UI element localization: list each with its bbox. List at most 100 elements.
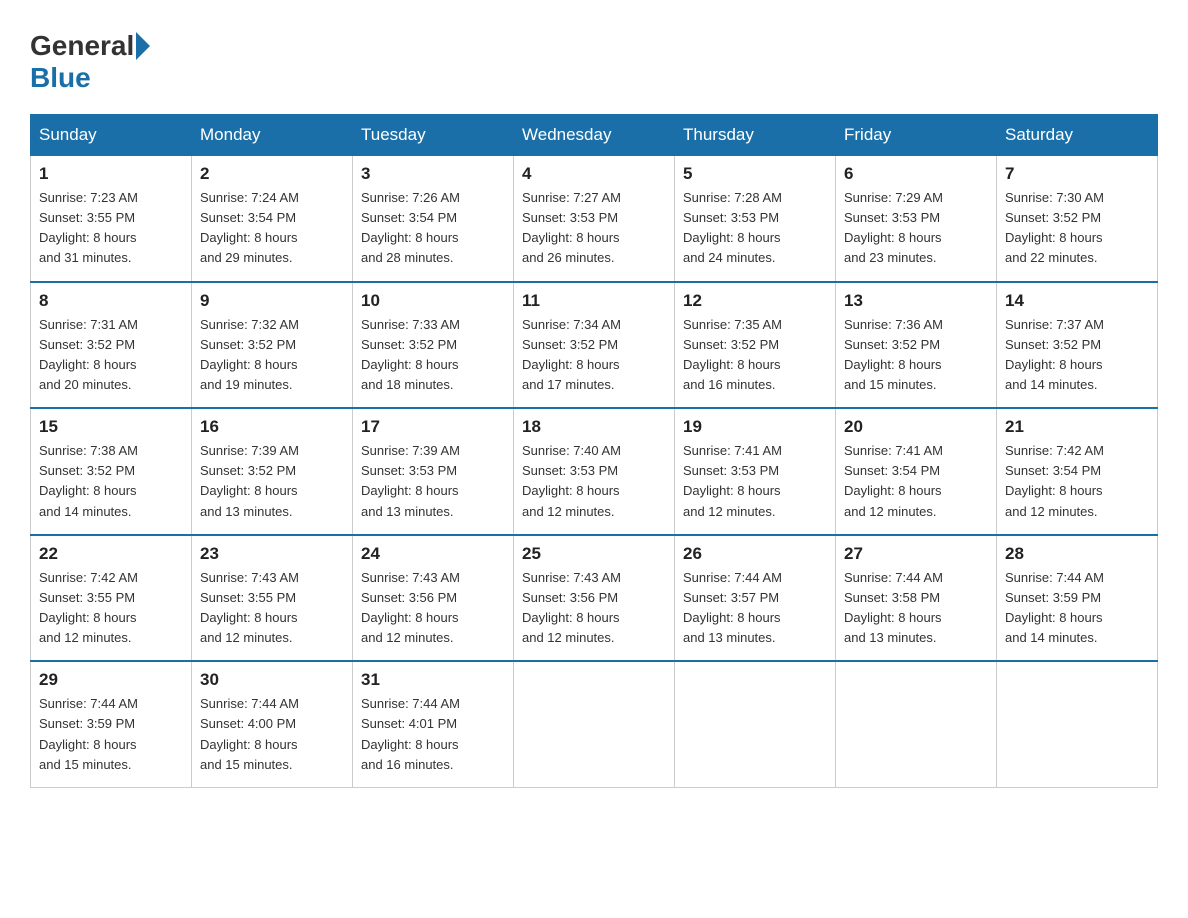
day-info: Sunrise: 7:36 AM Sunset: 3:52 PM Dayligh… <box>844 315 988 396</box>
calendar-cell: 25 Sunrise: 7:43 AM Sunset: 3:56 PM Dayl… <box>514 535 675 662</box>
day-info: Sunrise: 7:24 AM Sunset: 3:54 PM Dayligh… <box>200 188 344 269</box>
calendar-cell: 9 Sunrise: 7:32 AM Sunset: 3:52 PM Dayli… <box>192 282 353 409</box>
day-number: 31 <box>361 670 505 690</box>
calendar-cell: 22 Sunrise: 7:42 AM Sunset: 3:55 PM Dayl… <box>31 535 192 662</box>
day-info: Sunrise: 7:34 AM Sunset: 3:52 PM Dayligh… <box>522 315 666 396</box>
day-info: Sunrise: 7:28 AM Sunset: 3:53 PM Dayligh… <box>683 188 827 269</box>
calendar-cell: 8 Sunrise: 7:31 AM Sunset: 3:52 PM Dayli… <box>31 282 192 409</box>
day-number: 16 <box>200 417 344 437</box>
day-number: 25 <box>522 544 666 564</box>
col-monday: Monday <box>192 115 353 156</box>
calendar-cell: 21 Sunrise: 7:42 AM Sunset: 3:54 PM Dayl… <box>997 408 1158 535</box>
calendar-cell <box>675 661 836 787</box>
day-info: Sunrise: 7:23 AM Sunset: 3:55 PM Dayligh… <box>39 188 183 269</box>
calendar-cell: 28 Sunrise: 7:44 AM Sunset: 3:59 PM Dayl… <box>997 535 1158 662</box>
day-number: 30 <box>200 670 344 690</box>
calendar-cell: 7 Sunrise: 7:30 AM Sunset: 3:52 PM Dayli… <box>997 156 1158 282</box>
day-number: 17 <box>361 417 505 437</box>
calendar-cell: 3 Sunrise: 7:26 AM Sunset: 3:54 PM Dayli… <box>353 156 514 282</box>
day-info: Sunrise: 7:33 AM Sunset: 3:52 PM Dayligh… <box>361 315 505 396</box>
day-info: Sunrise: 7:26 AM Sunset: 3:54 PM Dayligh… <box>361 188 505 269</box>
day-info: Sunrise: 7:37 AM Sunset: 3:52 PM Dayligh… <box>1005 315 1149 396</box>
day-number: 22 <box>39 544 183 564</box>
calendar-cell: 29 Sunrise: 7:44 AM Sunset: 3:59 PM Dayl… <box>31 661 192 787</box>
calendar-body: 1 Sunrise: 7:23 AM Sunset: 3:55 PM Dayli… <box>31 156 1158 788</box>
calendar-week-4: 22 Sunrise: 7:42 AM Sunset: 3:55 PM Dayl… <box>31 535 1158 662</box>
day-info: Sunrise: 7:44 AM Sunset: 3:58 PM Dayligh… <box>844 568 988 649</box>
logo: General Blue <box>30 30 152 94</box>
day-info: Sunrise: 7:41 AM Sunset: 3:53 PM Dayligh… <box>683 441 827 522</box>
calendar-cell: 2 Sunrise: 7:24 AM Sunset: 3:54 PM Dayli… <box>192 156 353 282</box>
day-info: Sunrise: 7:30 AM Sunset: 3:52 PM Dayligh… <box>1005 188 1149 269</box>
calendar-week-1: 1 Sunrise: 7:23 AM Sunset: 3:55 PM Dayli… <box>31 156 1158 282</box>
col-friday: Friday <box>836 115 997 156</box>
day-info: Sunrise: 7:44 AM Sunset: 4:01 PM Dayligh… <box>361 694 505 775</box>
calendar-header: Sunday Monday Tuesday Wednesday Thursday… <box>31 115 1158 156</box>
day-info: Sunrise: 7:43 AM Sunset: 3:56 PM Dayligh… <box>522 568 666 649</box>
day-number: 24 <box>361 544 505 564</box>
day-number: 15 <box>39 417 183 437</box>
calendar-cell: 10 Sunrise: 7:33 AM Sunset: 3:52 PM Dayl… <box>353 282 514 409</box>
calendar-week-2: 8 Sunrise: 7:31 AM Sunset: 3:52 PM Dayli… <box>31 282 1158 409</box>
day-number: 5 <box>683 164 827 184</box>
day-number: 6 <box>844 164 988 184</box>
day-info: Sunrise: 7:44 AM Sunset: 3:57 PM Dayligh… <box>683 568 827 649</box>
calendar-cell: 16 Sunrise: 7:39 AM Sunset: 3:52 PM Dayl… <box>192 408 353 535</box>
day-info: Sunrise: 7:39 AM Sunset: 3:53 PM Dayligh… <box>361 441 505 522</box>
calendar-cell: 24 Sunrise: 7:43 AM Sunset: 3:56 PM Dayl… <box>353 535 514 662</box>
col-tuesday: Tuesday <box>353 115 514 156</box>
day-number: 21 <box>1005 417 1149 437</box>
day-number: 26 <box>683 544 827 564</box>
calendar-cell: 1 Sunrise: 7:23 AM Sunset: 3:55 PM Dayli… <box>31 156 192 282</box>
day-info: Sunrise: 7:32 AM Sunset: 3:52 PM Dayligh… <box>200 315 344 396</box>
day-info: Sunrise: 7:44 AM Sunset: 3:59 PM Dayligh… <box>39 694 183 775</box>
calendar-cell: 18 Sunrise: 7:40 AM Sunset: 3:53 PM Dayl… <box>514 408 675 535</box>
day-number: 20 <box>844 417 988 437</box>
day-number: 11 <box>522 291 666 311</box>
day-info: Sunrise: 7:42 AM Sunset: 3:55 PM Dayligh… <box>39 568 183 649</box>
logo-arrow-icon <box>136 32 150 60</box>
calendar-cell <box>514 661 675 787</box>
day-number: 4 <box>522 164 666 184</box>
calendar-cell: 30 Sunrise: 7:44 AM Sunset: 4:00 PM Dayl… <box>192 661 353 787</box>
day-number: 28 <box>1005 544 1149 564</box>
day-number: 14 <box>1005 291 1149 311</box>
day-info: Sunrise: 7:41 AM Sunset: 3:54 PM Dayligh… <box>844 441 988 522</box>
day-info: Sunrise: 7:44 AM Sunset: 4:00 PM Dayligh… <box>200 694 344 775</box>
calendar-cell: 4 Sunrise: 7:27 AM Sunset: 3:53 PM Dayli… <box>514 156 675 282</box>
day-info: Sunrise: 7:44 AM Sunset: 3:59 PM Dayligh… <box>1005 568 1149 649</box>
calendar-cell: 5 Sunrise: 7:28 AM Sunset: 3:53 PM Dayli… <box>675 156 836 282</box>
calendar-cell: 14 Sunrise: 7:37 AM Sunset: 3:52 PM Dayl… <box>997 282 1158 409</box>
calendar-week-5: 29 Sunrise: 7:44 AM Sunset: 3:59 PM Dayl… <box>31 661 1158 787</box>
day-number: 19 <box>683 417 827 437</box>
col-thursday: Thursday <box>675 115 836 156</box>
day-number: 2 <box>200 164 344 184</box>
calendar-cell: 31 Sunrise: 7:44 AM Sunset: 4:01 PM Dayl… <box>353 661 514 787</box>
page-header: General Blue <box>30 30 1158 94</box>
day-info: Sunrise: 7:29 AM Sunset: 3:53 PM Dayligh… <box>844 188 988 269</box>
day-number: 12 <box>683 291 827 311</box>
day-number: 9 <box>200 291 344 311</box>
calendar-cell: 6 Sunrise: 7:29 AM Sunset: 3:53 PM Dayli… <box>836 156 997 282</box>
day-info: Sunrise: 7:40 AM Sunset: 3:53 PM Dayligh… <box>522 441 666 522</box>
day-info: Sunrise: 7:27 AM Sunset: 3:53 PM Dayligh… <box>522 188 666 269</box>
calendar-cell: 13 Sunrise: 7:36 AM Sunset: 3:52 PM Dayl… <box>836 282 997 409</box>
day-number: 27 <box>844 544 988 564</box>
day-number: 8 <box>39 291 183 311</box>
day-info: Sunrise: 7:43 AM Sunset: 3:56 PM Dayligh… <box>361 568 505 649</box>
col-saturday: Saturday <box>997 115 1158 156</box>
day-info: Sunrise: 7:39 AM Sunset: 3:52 PM Dayligh… <box>200 441 344 522</box>
calendar-cell: 27 Sunrise: 7:44 AM Sunset: 3:58 PM Dayl… <box>836 535 997 662</box>
day-info: Sunrise: 7:38 AM Sunset: 3:52 PM Dayligh… <box>39 441 183 522</box>
day-number: 3 <box>361 164 505 184</box>
day-number: 10 <box>361 291 505 311</box>
day-number: 29 <box>39 670 183 690</box>
calendar-cell: 20 Sunrise: 7:41 AM Sunset: 3:54 PM Dayl… <box>836 408 997 535</box>
day-info: Sunrise: 7:35 AM Sunset: 3:52 PM Dayligh… <box>683 315 827 396</box>
calendar-cell: 19 Sunrise: 7:41 AM Sunset: 3:53 PM Dayl… <box>675 408 836 535</box>
calendar-cell: 17 Sunrise: 7:39 AM Sunset: 3:53 PM Dayl… <box>353 408 514 535</box>
calendar-cell: 26 Sunrise: 7:44 AM Sunset: 3:57 PM Dayl… <box>675 535 836 662</box>
calendar-week-3: 15 Sunrise: 7:38 AM Sunset: 3:52 PM Dayl… <box>31 408 1158 535</box>
calendar-cell: 23 Sunrise: 7:43 AM Sunset: 3:55 PM Dayl… <box>192 535 353 662</box>
day-info: Sunrise: 7:43 AM Sunset: 3:55 PM Dayligh… <box>200 568 344 649</box>
